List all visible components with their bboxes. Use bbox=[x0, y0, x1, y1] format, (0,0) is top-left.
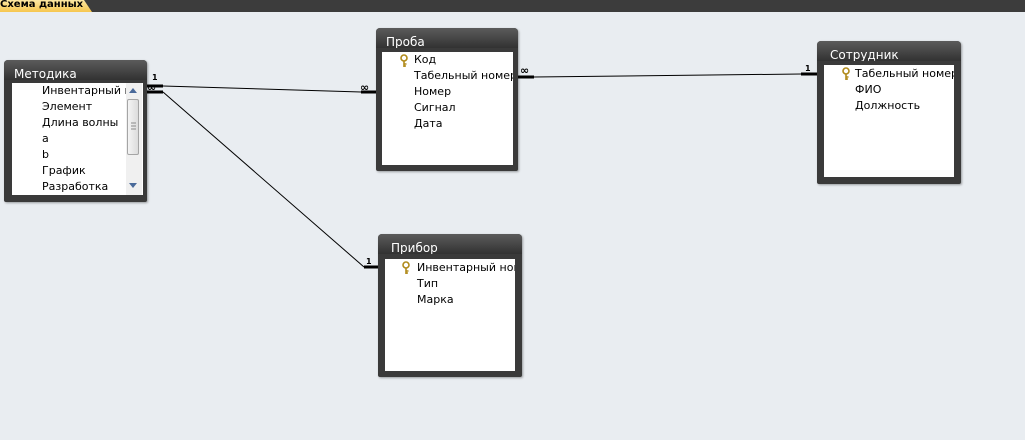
key-icon bbox=[842, 67, 850, 80]
field-item[interactable]: Код bbox=[414, 52, 436, 68]
key-icon bbox=[400, 54, 408, 67]
field-list: Табельный номер ФИО Должность bbox=[824, 65, 954, 177]
field-item[interactable]: Разработка bbox=[42, 179, 108, 195]
field-item[interactable]: b bbox=[42, 147, 49, 163]
scroll-down-arrow-icon[interactable] bbox=[126, 179, 140, 191]
field-item[interactable]: a bbox=[42, 131, 49, 147]
cardinality-label: ∞ bbox=[520, 64, 529, 77]
table-title[interactable]: Прибор bbox=[378, 234, 522, 254]
field-item[interactable]: Инвентарный н bbox=[42, 83, 132, 99]
table-pribor[interactable]: Прибор Инвентарный ном Тип Марка bbox=[378, 234, 522, 377]
scroll-up-arrow-icon[interactable] bbox=[126, 85, 140, 97]
field-item[interactable]: График bbox=[42, 163, 86, 179]
table-title[interactable]: Методика bbox=[4, 60, 147, 80]
field-list: Инвентарный н Элемент Длина волны a b Гр… bbox=[12, 83, 143, 195]
field-item[interactable]: Элемент bbox=[42, 99, 92, 115]
table-metodika[interactable]: Методика Инвентарный н Элемент Длина вол… bbox=[4, 60, 147, 202]
vertical-scrollbar[interactable] bbox=[126, 83, 142, 195]
grip-icon bbox=[131, 122, 136, 130]
cardinality-label: ∞ bbox=[147, 81, 156, 94]
field-item[interactable]: Табельный номер bbox=[855, 66, 954, 82]
field-item[interactable]: Табельный номер bbox=[414, 68, 513, 84]
field-item[interactable]: Дата bbox=[414, 116, 442, 132]
field-item[interactable]: Инвентарный ном bbox=[417, 260, 515, 276]
cardinality-label: ∞ bbox=[360, 81, 369, 94]
cardinality-label: 1 bbox=[366, 257, 372, 266]
table-proba[interactable]: Проба Код Табельный номер Номер Сигнал Д… bbox=[376, 28, 518, 171]
field-item[interactable]: Длина волны bbox=[42, 115, 118, 131]
field-list: Код Табельный номер Номер Сигнал Дата bbox=[382, 52, 513, 165]
table-title[interactable]: Проба bbox=[376, 28, 518, 48]
scrollbar-thumb[interactable] bbox=[127, 99, 139, 155]
cardinality-label: 1 bbox=[805, 64, 811, 73]
table-title[interactable]: Сотрудник bbox=[817, 41, 961, 61]
field-item[interactable]: Номер bbox=[414, 84, 451, 100]
field-item[interactable]: Тип bbox=[417, 276, 438, 292]
field-item[interactable]: Сигнал bbox=[414, 100, 456, 116]
field-item[interactable]: ФИО bbox=[855, 82, 881, 98]
field-item[interactable]: Марка bbox=[417, 292, 454, 308]
key-icon bbox=[402, 261, 410, 274]
field-item[interactable]: Должность bbox=[855, 98, 920, 114]
table-sotrudnik[interactable]: Сотрудник Табельный номер ФИО Должность bbox=[817, 41, 961, 184]
field-list: Инвентарный ном Тип Марка bbox=[385, 259, 515, 371]
